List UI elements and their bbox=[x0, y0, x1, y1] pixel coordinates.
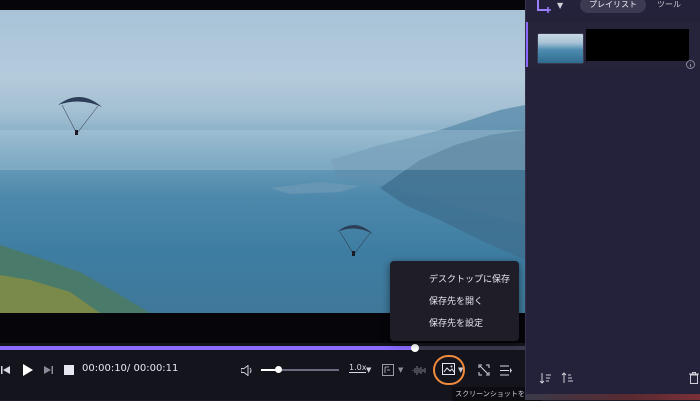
add-to-playlist-icon[interactable] bbox=[536, 0, 554, 14]
play-icon[interactable] bbox=[20, 362, 34, 378]
add-caret-icon[interactable]: ▼ bbox=[557, 1, 563, 10]
panel-header: ▼ プレイリスト ツール bbox=[526, 0, 700, 14]
fullscreen-icon[interactable] bbox=[477, 363, 491, 377]
current-time: 00:00:10 bbox=[82, 363, 127, 374]
trash-icon[interactable] bbox=[688, 371, 700, 385]
menu-item-save-desktop[interactable]: デスクトップに保存 bbox=[390, 269, 519, 291]
menu-item-open-folder[interactable]: 保存先を開く bbox=[390, 291, 519, 313]
playback-speed[interactable]: 1.0x bbox=[349, 363, 367, 373]
screenshot-icon[interactable] bbox=[441, 362, 457, 376]
sort-ascending-icon[interactable] bbox=[538, 371, 552, 385]
desktop-edge bbox=[525, 394, 700, 400]
screenshot-caret-icon[interactable]: ▼ bbox=[458, 366, 463, 374]
audio-waveform-icon[interactable] bbox=[411, 363, 427, 377]
previous-icon[interactable] bbox=[0, 363, 12, 377]
volume-handle[interactable] bbox=[275, 366, 283, 373]
menu-list-icon[interactable] bbox=[499, 363, 513, 377]
total-time: 00:00:11 bbox=[133, 363, 179, 374]
tab-tools[interactable]: ツール bbox=[648, 0, 690, 13]
redacted-title bbox=[586, 29, 689, 61]
menu-item-set-location[interactable]: 保存先を設定 bbox=[390, 313, 519, 335]
speed-caret-icon[interactable]: ▼ bbox=[366, 366, 371, 374]
next-frame-icon[interactable] bbox=[41, 363, 55, 377]
time-separator: / bbox=[126, 363, 131, 374]
video-thumbnail[interactable] bbox=[537, 33, 584, 64]
playlist-panel: ▼ プレイリスト ツール bbox=[525, 0, 700, 400]
ab-repeat-icon[interactable] bbox=[381, 363, 395, 377]
speed-label: 1.0x bbox=[349, 363, 367, 373]
letterbox-top bbox=[0, 0, 525, 10]
screenshot-menu: デスクトップに保存 保存先を開く 保存先を設定 bbox=[390, 261, 519, 341]
playlist-item[interactable] bbox=[526, 22, 700, 69]
sort-descending-icon[interactable] bbox=[560, 371, 574, 385]
progress-fill bbox=[0, 346, 415, 350]
progress-handle[interactable] bbox=[410, 344, 419, 352]
time-display: 00:00:10/ 00:00:11 bbox=[82, 363, 178, 374]
tab-playlist[interactable]: プレイリスト bbox=[580, 0, 646, 13]
info-icon[interactable] bbox=[686, 54, 695, 69]
stop-icon[interactable] bbox=[63, 364, 75, 376]
volume-icon[interactable] bbox=[240, 363, 254, 377]
ab-repeat-caret-icon[interactable]: ▼ bbox=[398, 366, 403, 374]
